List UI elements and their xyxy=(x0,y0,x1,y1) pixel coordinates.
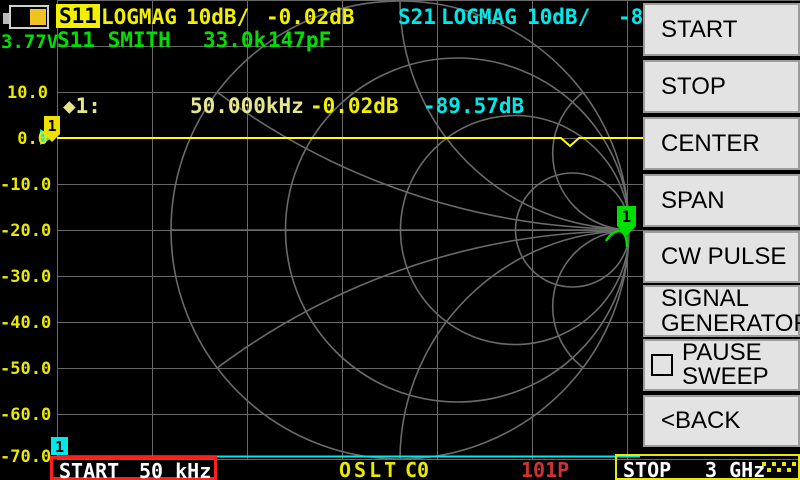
battery-icon-body xyxy=(9,5,49,29)
trace-s11-smith-capacitance: 147pF xyxy=(268,28,332,52)
menu-item-label: <BACK xyxy=(661,407,741,434)
s11-logmag-trace xyxy=(57,137,643,148)
menu-item-label: CW PULSE xyxy=(661,243,787,270)
y-axis-label: 10.0 xyxy=(7,83,48,103)
svg-text:1: 1 xyxy=(55,438,64,456)
marker-id: ◆1: xyxy=(63,94,101,118)
stop-value: 3 GHz xyxy=(705,458,766,480)
trace-s21-scale: 10dB/ xyxy=(527,5,591,29)
y-axis-label: -30.0 xyxy=(0,267,52,287)
y-axis-label: -70.0 xyxy=(0,447,52,467)
menu-item-cw-pulse[interactable]: CW PULSE xyxy=(643,231,800,283)
battery-voltage: 3.77V xyxy=(1,31,59,53)
marker-s21-value: -89.57dB xyxy=(423,94,525,118)
y-axis-label: -10.0 xyxy=(0,175,52,195)
trace-s11-smith-resistance: 33.0k xyxy=(203,28,267,52)
stop-label: STOP xyxy=(623,458,672,480)
trace-s11-badge[interactable]: S11 xyxy=(56,4,100,28)
menu-item-label: SIGNAL GENERATOR xyxy=(661,285,800,337)
marker-frequency: 50.000kHz xyxy=(190,94,304,118)
trace-s11-value: -0.02dB xyxy=(266,5,355,29)
marker-s11-value: -0.02dB xyxy=(310,94,399,118)
cal-status: OSLT xyxy=(339,458,400,480)
menu-item-signal-generator[interactable]: SIGNAL GENERATOR xyxy=(643,285,800,337)
menu-item-label: STOP xyxy=(661,72,726,100)
menu-item-label: CENTER xyxy=(661,129,760,157)
menu-item-span[interactable]: SPAN xyxy=(643,174,800,227)
menu-item-back[interactable]: <BACK xyxy=(643,395,800,447)
start-frequency-box[interactable]: START 50 kHz xyxy=(50,456,217,480)
y-axis-label: -20.0 xyxy=(0,221,52,241)
trace-s21-badge[interactable]: S21 xyxy=(398,7,436,28)
y-axis-label: 0.0 xyxy=(17,129,48,149)
y-axis-label: -40.0 xyxy=(0,313,52,333)
start-value: 50 kHz xyxy=(139,459,212,480)
battery-level-cell xyxy=(30,9,46,25)
trace-s21-format: LOGMAG xyxy=(441,5,517,29)
menu-item-label: SPAN xyxy=(661,186,725,214)
menu-item-center[interactable]: CENTER xyxy=(643,117,800,170)
svg-text:1: 1 xyxy=(47,117,56,135)
stop-frequency-box[interactable]: STOP 3 GHz xyxy=(615,454,800,480)
trace-s11-format: LOGMAG xyxy=(101,5,177,29)
points-count: 101P xyxy=(521,458,570,480)
svg-text:1: 1 xyxy=(622,207,632,226)
pause-sweep-checkbox[interactable] xyxy=(651,354,673,376)
y-axis-label: -60.0 xyxy=(0,405,52,425)
menu-item-stop[interactable]: STOP xyxy=(643,60,800,113)
cal-slot: C0 xyxy=(405,458,430,480)
trace-s11-smith-label[interactable]: S11 SMITH xyxy=(57,30,171,51)
start-label: START xyxy=(59,459,120,480)
nanovna-screen: 1 1 1 3.77V S11 LOGMAG 10dB/ -0.02dB S21… xyxy=(0,0,800,480)
y-axis-label: -50.0 xyxy=(0,359,52,379)
menu-item-label: START xyxy=(661,15,738,43)
menu-item-label: PAUSE SWEEP xyxy=(682,339,769,390)
trace-s11-scale: 10dB/ xyxy=(186,5,250,29)
menu-item-start[interactable]: START xyxy=(643,3,800,56)
menu-item-pause-sweep[interactable]: PAUSE SWEEP xyxy=(643,339,800,391)
marker-1-flag-cyan[interactable]: 1 xyxy=(51,437,68,456)
